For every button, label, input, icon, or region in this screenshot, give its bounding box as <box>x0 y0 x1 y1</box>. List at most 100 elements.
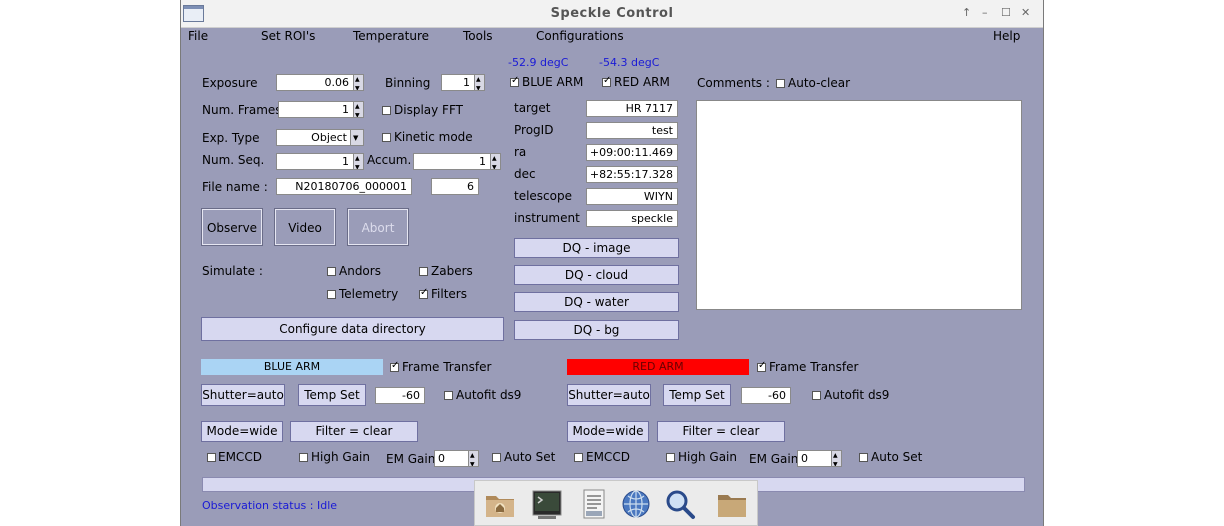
terminal-icon[interactable] <box>530 487 564 521</box>
num-seq-spinner[interactable]: 1 <box>276 153 364 170</box>
chevron-down-icon[interactable] <box>350 130 363 145</box>
blue-frame-transfer-label: Frame Transfer <box>402 360 492 374</box>
spinner-arrows-icon[interactable] <box>831 451 841 466</box>
blue-arm-checkbox[interactable] <box>510 75 519 87</box>
menu-help[interactable]: Help <box>993 29 1020 43</box>
spinner-arrows-icon[interactable] <box>474 75 484 90</box>
auto-clear-checkbox[interactable] <box>776 79 785 88</box>
video-button[interactable]: Video <box>274 208 336 246</box>
num-frames-value: 1 <box>342 103 349 116</box>
blue-frame-transfer-checkbox[interactable] <box>390 360 399 372</box>
simulate-telemetry-checkbox[interactable] <box>327 290 336 299</box>
instrument-input[interactable]: speckle <box>586 210 678 227</box>
red-frame-transfer-checkbox[interactable] <box>757 360 766 372</box>
red-auto-set-checkbox[interactable] <box>859 453 868 462</box>
dec-input[interactable]: +82:55:17.328 <box>586 166 678 183</box>
target-label: target <box>514 101 551 115</box>
num-frames-spinner[interactable]: 1 <box>278 101 364 118</box>
blue-emccd-label: EMCCD <box>218 450 262 464</box>
progid-input[interactable]: test <box>586 122 678 139</box>
red-filter-button[interactable]: Filter = clear <box>657 421 785 442</box>
ra-input[interactable]: +09:00:11.469 <box>586 144 678 161</box>
num-seq-label: Num. Seq. <box>202 153 265 167</box>
spinner-arrows-icon[interactable] <box>468 451 478 466</box>
simulate-andors-checkbox[interactable] <box>327 267 336 276</box>
red-high-gain-checkbox[interactable] <box>666 453 675 462</box>
red-mode-button[interactable]: Mode=wide <box>567 421 649 442</box>
menu-temperature[interactable]: Temperature <box>353 29 429 43</box>
blue-shutter-button[interactable]: Shutter=auto <box>201 384 285 406</box>
search-icon[interactable] <box>663 487 697 521</box>
accum-value: 1 <box>479 155 486 168</box>
red-arm-checkbox[interactable] <box>602 75 611 87</box>
observe-button[interactable]: Observe <box>201 208 263 246</box>
menu-tools[interactable]: Tools <box>463 29 493 43</box>
num-frames-label: Num. Frames <box>202 103 282 117</box>
red-autofit-label: Autofit ds9 <box>824 388 890 402</box>
red-autofit-checkbox[interactable] <box>812 391 821 400</box>
abort-button[interactable]: Abort <box>347 208 409 246</box>
spinner-arrows-icon[interactable] <box>353 102 363 117</box>
configure-data-directory-button[interactable]: Configure data directory <box>201 317 504 341</box>
minimize-icon[interactable]: – <box>982 6 988 19</box>
blue-temp-set-button[interactable]: Temp Set <box>298 384 366 406</box>
instrument-label: instrument <box>514 211 580 225</box>
dec-label: dec <box>514 167 536 181</box>
display-fft-label: Display FFT <box>394 103 463 117</box>
exposure-spinner[interactable]: 0.06 <box>276 74 364 91</box>
folder-icon[interactable] <box>715 487 749 521</box>
dq-water-button[interactable]: DQ - water <box>514 292 679 312</box>
menu-configurations[interactable]: Configurations <box>536 29 624 43</box>
accum-spinner[interactable]: 1 <box>413 153 501 170</box>
blue-filter-button[interactable]: Filter = clear <box>290 421 418 442</box>
simulate-filters-checkbox[interactable] <box>419 287 428 299</box>
red-temp-input[interactable]: -60 <box>741 387 791 404</box>
blue-auto-set-checkbox[interactable] <box>492 453 501 462</box>
spinner-arrows-icon[interactable] <box>490 154 500 169</box>
close-icon[interactable]: ✕ <box>1021 6 1030 19</box>
dq-cloud-button[interactable]: DQ - cloud <box>514 265 679 285</box>
pin-icon[interactable]: ↑ <box>962 6 971 19</box>
maximize-icon[interactable]: ☐ <box>1001 6 1011 19</box>
blue-em-gain-spinner[interactable]: 0 <box>434 450 479 467</box>
simulate-zabers-checkbox[interactable] <box>419 267 428 276</box>
telescope-input[interactable]: WIYN <box>586 188 678 205</box>
window-title: Speckle Control <box>550 6 674 21</box>
file-name-input[interactable]: N20180706_000001 <box>276 178 412 195</box>
text-editor-icon[interactable] <box>577 487 611 521</box>
menu-file[interactable]: File <box>188 29 208 43</box>
red-shutter-button[interactable]: Shutter=auto <box>567 384 651 406</box>
blue-temp-input[interactable]: -60 <box>375 387 425 404</box>
file-index-input[interactable]: 6 <box>431 178 479 195</box>
kinetic-mode-checkbox[interactable] <box>382 133 391 142</box>
blue-mode-button[interactable]: Mode=wide <box>201 421 283 442</box>
red-high-gain-label: High Gain <box>678 450 737 464</box>
spinner-arrows-icon[interactable] <box>353 154 363 169</box>
exposure-label: Exposure <box>202 76 258 90</box>
red-temp-set-button[interactable]: Temp Set <box>663 384 731 406</box>
telescope-label: telescope <box>514 189 572 203</box>
exp-type-select[interactable]: Object <box>276 129 364 146</box>
menu-set-rois[interactable]: Set ROI's <box>261 29 315 43</box>
red-em-gain-label: EM Gain <box>749 452 799 466</box>
display-fft-checkbox[interactable] <box>382 106 391 115</box>
num-seq-value: 1 <box>342 155 349 168</box>
blue-emccd-checkbox[interactable] <box>207 453 216 462</box>
dq-bg-button[interactable]: DQ - bg <box>514 320 679 340</box>
comments-textarea[interactable] <box>696 100 1022 310</box>
simulate-zabers-label: Zabers <box>431 264 473 278</box>
red-em-gain-spinner[interactable]: 0 <box>797 450 842 467</box>
binning-label: Binning <box>385 76 431 90</box>
home-folder-icon[interactable] <box>483 487 517 521</box>
target-input[interactable]: HR 7117 <box>586 100 678 117</box>
red-emccd-checkbox[interactable] <box>574 453 583 462</box>
kinetic-mode-label: Kinetic mode <box>394 130 473 144</box>
auto-clear-label: Auto-clear <box>788 76 851 90</box>
spinner-arrows-icon[interactable] <box>353 75 363 90</box>
dq-image-button[interactable]: DQ - image <box>514 238 679 258</box>
blue-high-gain-checkbox[interactable] <box>299 453 308 462</box>
web-browser-icon[interactable] <box>619 487 653 521</box>
blue-autofit-checkbox[interactable] <box>444 391 453 400</box>
binning-spinner[interactable]: 1 <box>441 74 485 91</box>
file-name-label: File name : <box>202 180 268 194</box>
